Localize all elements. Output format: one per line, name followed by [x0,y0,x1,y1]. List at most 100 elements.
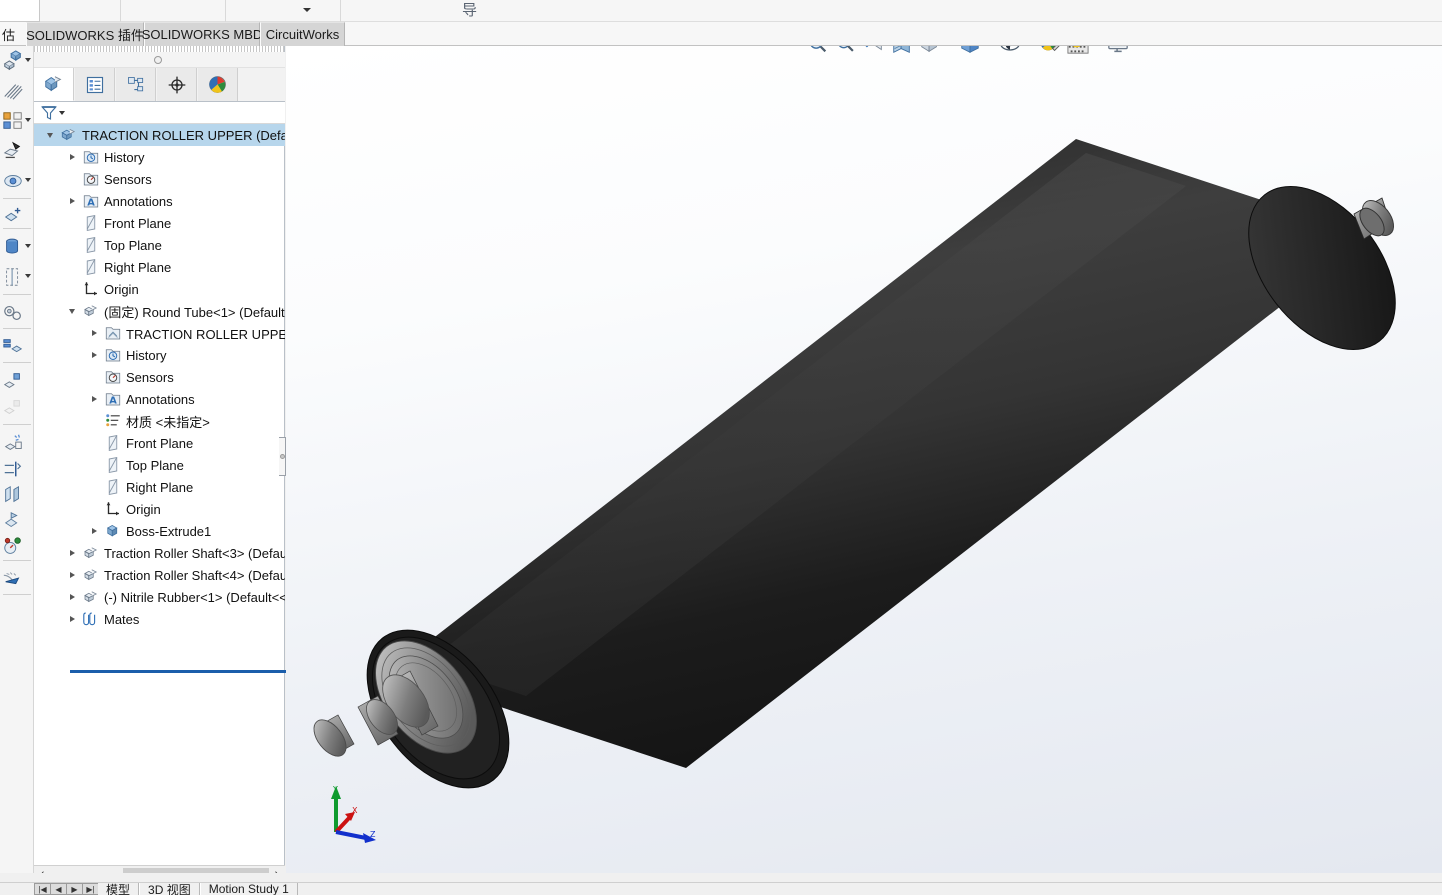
mates-icon [82,610,100,628]
material-icon [104,412,122,430]
plane-icon [104,434,122,452]
expand-arrow-icon[interactable] [66,608,78,630]
tree-node[interactable]: A Annotations [34,388,285,410]
tab-circuitworks[interactable]: CircuitWorks [260,22,345,46]
hole-alignment-icon[interactable] [0,482,34,508]
panel-pin-icon[interactable] [154,56,162,64]
expand-arrow-icon[interactable] [88,344,100,366]
reference-geometry-caret[interactable] [25,244,31,248]
tab-model[interactable]: 模型 [98,882,140,895]
tree-node[interactable]: Sensors [34,366,285,388]
tab-3d-views[interactable]: 3D 视图 [139,882,200,895]
tree-node-label: Annotations [104,193,173,209]
tree-node[interactable]: Front Plane [34,212,285,234]
nav-last-button[interactable]: ▶| [82,883,99,895]
exploded-view-icon[interactable] [0,334,34,360]
tree-node[interactable]: Top Plane [34,454,285,476]
expand-arrow-icon[interactable] [66,146,78,168]
feature-manager-tabbar: › [34,68,297,102]
sensor-icon[interactable] [0,534,34,560]
measure-icon[interactable] [0,508,34,534]
tree-filter-bar[interactable] [34,102,285,124]
filter-dropdown-caret[interactable] [59,111,65,115]
tree-node[interactable]: Front Plane [34,432,285,454]
coordinate-triad: Y X Z [331,785,376,843]
nav-prev-button[interactable]: ◀ [50,883,67,895]
part-icon [82,588,100,606]
document-tabbar: |◀ ◀ ▶ ▶| 模型 3D 视图 Motion Study 1 [0,882,1442,895]
tree-node[interactable]: Mates [34,608,285,630]
linear-component-pattern-icon[interactable] [0,78,34,104]
nav-next-button[interactable]: ▶ [66,883,83,895]
tab-solidworks-addins[interactable]: SOLIDWORKS 插件 [26,22,144,46]
tree-node-label: History [104,149,145,165]
expand-arrow-icon[interactable] [88,520,100,542]
tab-evaluate[interactable]: 估 [0,22,24,46]
bill-of-materials-icon[interactable] [0,300,34,326]
show-hidden-components-caret[interactable] [25,178,31,182]
tree-node[interactable]: History [34,146,285,168]
tab-solidworks-mbd[interactable]: SOLIDWORKS MBD [142,22,262,46]
part-icon [82,544,100,562]
feature-tree: TRACTION ROLLER UPPER (Default< History Se… [34,124,285,829]
tree-node[interactable]: Origin [34,278,285,300]
collapse-arrow-icon[interactable] [44,124,56,146]
plane-icon [82,214,100,232]
tree-node[interactable]: Right Plane [34,476,285,498]
roller-barrel [366,139,1396,789]
tab-navigation-buttons[interactable]: |◀ ◀ ▶ ▶| [34,883,99,895]
tree-node-label: Right Plane [104,259,172,275]
expand-arrow-icon[interactable] [66,190,78,212]
expand-arrow-icon[interactable] [88,388,100,410]
instant3d-icon[interactable] [0,368,34,394]
rollback-bar[interactable] [70,670,314,673]
ribbon-dropdown-caret[interactable] [303,8,311,12]
property-manager-tab[interactable] [75,68,115,101]
expand-arrow-icon[interactable] [88,322,100,344]
assembly-command-toolbar [0,46,34,873]
dimxpert-manager-tab[interactable] [157,68,197,101]
collapse-arrow-icon[interactable] [66,300,78,322]
tab-motion-study-1[interactable]: Motion Study 1 [199,882,298,895]
tree-node-label: Traction Roller Shaft<4> (Default [104,567,285,583]
expand-arrow-icon[interactable] [66,586,78,608]
interference-detection-icon[interactable] [0,430,34,456]
tree-node[interactable]: TRACTION ROLLER UPPER 中的 [34,322,285,344]
tree-node-label: (固定) Round Tube<1> (Default<< [104,304,285,320]
tree-node[interactable]: Origin [34,498,285,520]
tree-node[interactable]: 材质 <未指定> [34,410,285,432]
expand-arrow-icon[interactable] [66,564,78,586]
insert-components-caret[interactable] [25,58,31,62]
origin-icon [82,280,100,298]
tree-node[interactable]: (-) Nitrile Rubber<1> (Default<<[ [34,586,285,608]
large-assembly-icon[interactable] [0,394,34,420]
tree-node-label: Front Plane [104,215,172,231]
expand-arrow-icon[interactable] [66,542,78,564]
tree-node[interactable]: Top Plane [34,234,285,256]
assembly-features-icon[interactable] [0,204,34,230]
panel-splitter-handle[interactable] [279,437,286,476]
tree-node[interactable]: Boss-Extrude1 [34,520,285,542]
smart-fasteners-caret[interactable] [25,118,31,122]
new-motion-study-caret[interactable] [25,274,31,278]
display-manager-tab[interactable] [198,68,238,101]
tree-node[interactable]: Right Plane [34,256,285,278]
tree-node[interactable]: Sensors [34,168,285,190]
move-component-icon[interactable] [0,138,34,164]
tree-node[interactable]: History [34,344,285,366]
tree-node[interactable]: (固定) Round Tube<1> (Default<< [34,300,285,322]
clearance-verification-icon[interactable] [0,456,34,482]
curvature-icon[interactable] [0,566,34,592]
guide-icon[interactable]: 导 [462,2,477,20]
tree-node[interactable]: A Annotations [34,190,285,212]
graphics-viewport[interactable]: Y X Z [286,46,1442,873]
tree-node-label: Traction Roller Shaft<3> (Default [104,545,285,561]
tree-node[interactable]: TRACTION ROLLER UPPER (Default< [34,124,285,146]
traction-roller-model[interactable] [286,46,1442,873]
configuration-manager-tab[interactable] [116,68,156,101]
feature-manager-panel: › TRACTION ROLLER UPPER (Default< History… [34,46,314,873]
tree-node[interactable]: Traction Roller Shaft<4> (Default [34,564,285,586]
nav-first-button[interactable]: |◀ [34,883,51,895]
feature-manager-tree-tab[interactable] [34,68,74,101]
tree-node[interactable]: Traction Roller Shaft<3> (Default [34,542,285,564]
